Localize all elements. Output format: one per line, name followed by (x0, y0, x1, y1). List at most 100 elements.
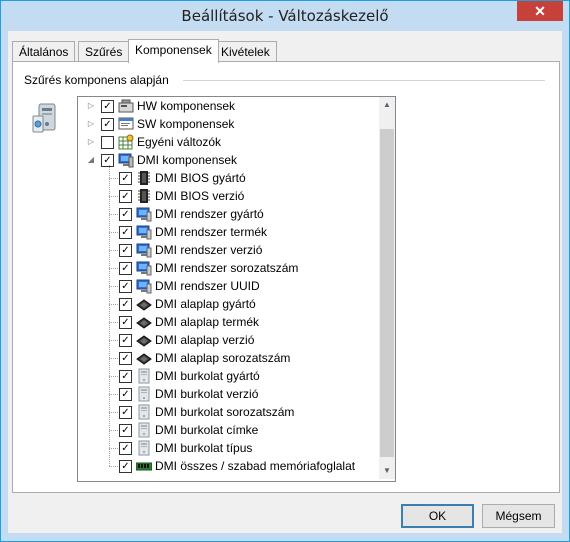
components-panel: Szűrés komponens alapján ▷ ✓ HW komponense… (12, 61, 560, 493)
tree-connector (109, 286, 118, 287)
tree-item[interactable]: ✓ DMI rendszer termék (78, 223, 378, 241)
tree-scrollbar[interactable]: ▲ ▼ (379, 97, 395, 479)
tab-exceptions[interactable]: Kivételek (214, 41, 277, 62)
tree-item-label: DMI összes / szabad memóriafoglalat (155, 459, 356, 473)
component-tree[interactable]: ▷ ✓ HW komponensek ▷ ✓ SW komponensek ▷ Egyéni … (77, 96, 396, 482)
tree-item-checkbox[interactable]: ✓ (119, 334, 132, 347)
tree-item-checkbox[interactable]: ✓ (101, 100, 114, 113)
bios-chip-icon (136, 188, 152, 204)
tree-item[interactable]: ✓ DMI rendszer UUID (78, 277, 378, 295)
tree-item-label: DMI alaplap sorozatszám (155, 351, 291, 365)
chassis-icon (136, 404, 152, 420)
tree-item-label: DMI burkolat gyártó (155, 369, 260, 383)
scroll-up-button[interactable]: ▲ (379, 97, 395, 113)
tree-item-checkbox[interactable]: ✓ (119, 442, 132, 455)
tree-item-checkbox[interactable]: ✓ (119, 316, 132, 329)
custom-variables-icon (118, 134, 134, 150)
tree-item[interactable]: ▷ Egyéni változók (78, 133, 378, 151)
tree-item[interactable]: ✓ DMI burkolat címke (78, 421, 378, 439)
tree-item-label: DMI burkolat sorozatszám (155, 405, 295, 419)
tree-item-checkbox[interactable]: ✓ (101, 118, 114, 131)
expand-icon[interactable]: ▷ (86, 115, 96, 133)
tree-item[interactable]: ✓ DMI alaplap gyártó (78, 295, 378, 313)
tree-item-label: SW komponensek (137, 117, 235, 131)
tree-item-checkbox[interactable]: ✓ (119, 190, 132, 203)
tree-item-checkbox[interactable]: ✓ (119, 226, 132, 239)
tree-item[interactable]: ✓ DMI alaplap termék (78, 313, 378, 331)
tree-item-checkbox[interactable]: ✓ (119, 460, 132, 473)
tree-item-checkbox[interactable]: ✓ (119, 388, 132, 401)
scroll-up-icon: ▲ (383, 100, 391, 109)
tab-general[interactable]: Általános (12, 41, 76, 62)
tree-item-checkbox[interactable]: ✓ (101, 154, 114, 167)
tree-item-checkbox[interactable]: ✓ (119, 172, 132, 185)
tree-item[interactable]: ▷ ✓ HW komponensek (78, 97, 378, 115)
tree-item[interactable]: ✓ DMI burkolat verzió (78, 385, 378, 403)
tree-item-checkbox[interactable]: ✓ (119, 262, 132, 275)
close-button[interactable]: ✕ (517, 1, 563, 21)
motherboard-icon (136, 296, 152, 312)
tree-item[interactable]: ✓ DMI BIOS verzió (78, 187, 378, 205)
motherboard-icon (136, 350, 152, 366)
tab-filter[interactable]: Szűrés (78, 41, 130, 62)
tree-connector (109, 165, 110, 466)
collapse-icon[interactable]: ◢ (86, 151, 96, 169)
tab-components[interactable]: Komponensek (128, 39, 219, 63)
tree-item-checkbox[interactable]: ✓ (119, 208, 132, 221)
tree-item-checkbox[interactable]: ✓ (119, 424, 132, 437)
chassis-icon (136, 386, 152, 402)
expand-icon[interactable]: ▷ (86, 97, 96, 115)
component-filter-icon (32, 103, 56, 133)
tree-item[interactable]: ✓ DMI rendszer sorozatszám (78, 259, 378, 277)
tree-item[interactable]: ✓ DMI rendszer gyártó (78, 205, 378, 223)
scroll-down-button[interactable]: ▼ (379, 463, 395, 479)
scroll-thumb[interactable] (380, 129, 394, 457)
tree-item-checkbox[interactable]: ✓ (119, 244, 132, 257)
close-icon: ✕ (534, 3, 546, 19)
tree-connector (109, 196, 118, 197)
tree-item-label: DMI burkolat címke (155, 423, 259, 437)
tree-connector (109, 178, 118, 179)
tree-item-label: DMI rendszer sorozatszám (155, 261, 299, 275)
tree-connector (109, 214, 118, 215)
motherboard-icon (136, 332, 152, 348)
tree-item-label: DMI komponensek (137, 153, 238, 167)
dmi-icon (118, 152, 134, 168)
tree-item[interactable]: ✓ DMI összes / szabad memóriafoglalat (78, 457, 378, 475)
tree-item-label: DMI BIOS gyártó (155, 171, 246, 185)
tree-connector (109, 304, 118, 305)
tree-item[interactable]: ◢ ✓ DMI komponensek (78, 151, 378, 169)
tree-item-label: DMI alaplap verzió (155, 333, 255, 347)
title-bar[interactable]: Beállítások - Változáskezelő ✕ (1, 1, 569, 31)
tree-item-label: DMI rendszer verzió (155, 243, 263, 257)
tree-connector (109, 376, 118, 377)
tree-item[interactable]: ✓ DMI alaplap sorozatszám (78, 349, 378, 367)
ok-button[interactable]: OK (401, 504, 474, 528)
computer-icon (136, 224, 152, 240)
tree-item-checkbox[interactable]: ✓ (119, 406, 132, 419)
tree-item-checkbox[interactable] (101, 136, 114, 149)
software-icon (118, 116, 134, 132)
tree-item[interactable]: ▷ ✓ SW komponensek (78, 115, 378, 133)
tree-item[interactable]: ✓ DMI burkolat gyártó (78, 367, 378, 385)
tree-connector (109, 268, 118, 269)
chassis-icon (136, 368, 152, 384)
tree-connector (109, 250, 118, 251)
tree-item-checkbox[interactable]: ✓ (119, 280, 132, 293)
tree-item-checkbox[interactable]: ✓ (119, 352, 132, 365)
memory-slot-icon (135, 458, 153, 474)
tree-connector (109, 232, 118, 233)
tree-item[interactable]: ✓ DMI rendszer verzió (78, 241, 378, 259)
group-label: Szűrés komponens alapján (24, 73, 175, 87)
computer-icon (136, 260, 152, 276)
tree-item-checkbox[interactable]: ✓ (119, 298, 132, 311)
tree-connector (109, 340, 118, 341)
cancel-button[interactable]: Mégsem (482, 504, 555, 528)
tree-item[interactable]: ✓ DMI alaplap verzió (78, 331, 378, 349)
tree-item[interactable]: ✓ DMI BIOS gyártó (78, 169, 378, 187)
tree-item-checkbox[interactable]: ✓ (119, 370, 132, 383)
tree-item[interactable]: ✓ DMI burkolat típus (78, 439, 378, 457)
tree-item-label: DMI rendszer UUID (155, 279, 260, 293)
expand-icon[interactable]: ▷ (86, 133, 96, 151)
tree-item[interactable]: ✓ DMI burkolat sorozatszám (78, 403, 378, 421)
